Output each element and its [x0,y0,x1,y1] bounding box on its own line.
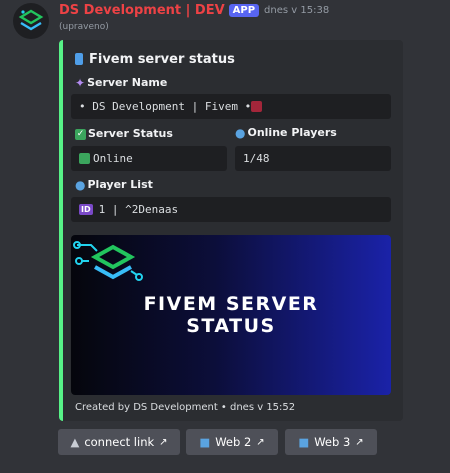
server-status-value: Online [71,146,227,171]
laptop-icon: ■ [199,435,211,449]
status-embed: Fivem server status ✦ Server Name • DS D… [59,40,403,421]
online-players-text: 1/48 [243,152,270,165]
edited-label: (upraveno) [59,22,109,32]
banner-title: FIVEM SERVER STATUS [71,293,391,337]
bot-avatar[interactable] [13,3,49,39]
banner-title-line2: STATUS [186,315,276,337]
green-square-icon [79,153,90,164]
embed-footer: Created by DS Development • dnes v 15:52 [75,402,296,413]
button-label: Web 3 [314,435,351,449]
field-server-name-label: ✦ Server Name [75,76,167,89]
message-header: DS Development | DEV APP dnes v 15:38 [59,3,329,18]
field-label-text: Online Players [247,126,337,139]
red-book-icon [251,101,263,112]
app-badge: APP [228,4,260,17]
button-label: Web 2 [215,435,252,449]
field-online-players-label: ● Online Players [235,126,337,139]
external-link-icon: ↗ [355,436,364,448]
user-icon: ● [75,177,86,192]
users-icon: ● [235,125,246,140]
field-server-status-label: ✓ Server Status [75,126,173,140]
banner-title-line1: FIVEM SERVER [143,293,319,315]
id-badge-icon: ID [79,204,93,215]
check-icon: ✓ [75,129,86,140]
player-list-text: 1 | ^2Denaas [98,203,179,216]
embed-title: Fivem server status [75,52,235,67]
field-label-text: Server Status [88,126,173,140]
wand-icon: ✦ [75,75,86,90]
button-label: connect link [84,435,155,449]
book-icon [75,52,83,67]
connect-link-button[interactable]: ▲ connect link ↗ [58,429,180,455]
field-label-text: Server Name [87,76,168,89]
server-status-text: Online [93,152,133,165]
web-2-button[interactable]: ■ Web 2 ↗ [186,429,278,455]
external-link-icon: ↗ [159,436,168,448]
bot-username[interactable]: DS Development | DEV [59,3,225,18]
embed-title-text: Fivem server status [89,52,235,67]
web-3-button[interactable]: ■ Web 3 ↗ [285,429,377,455]
external-link-icon: ↗ [256,436,265,448]
message-timestamp[interactable]: dnes v 15:38 [264,5,329,16]
laptop-icon: ■ [298,435,310,449]
server-name-value: • DS Development | Fivem • [71,94,391,119]
player-list-value: ID 1 | ^2Denaas [71,197,391,222]
ds-logo-icon [73,241,143,281]
server-name-text: • DS Development | Fivem • [79,100,252,113]
online-players-value: 1/48 [235,146,391,171]
ds-logo-icon [18,9,44,31]
field-player-list-label: ● Player List [75,178,153,191]
field-label-text: Player List [87,178,153,191]
fivem-icon: ▲ [70,435,80,449]
embed-banner-image[interactable]: FIVEM SERVER STATUS [71,235,391,395]
